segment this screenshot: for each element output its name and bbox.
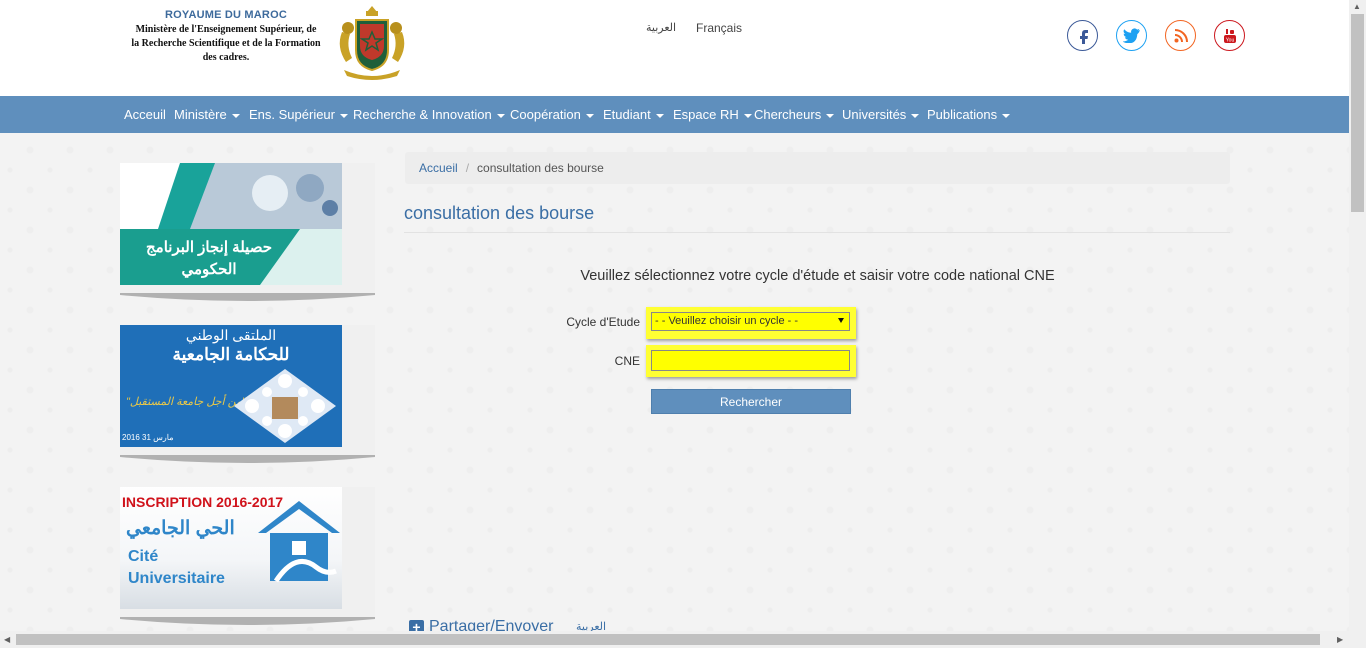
- page-title: consultation des bourse: [404, 203, 595, 223]
- caret-down-icon: [911, 113, 920, 118]
- scroll-up-icon[interactable]: ▲: [1353, 2, 1361, 11]
- main-navbar: Acceuil Ministère Ens. Supérieur Recherc…: [0, 96, 1349, 133]
- caret-down-icon: [496, 113, 505, 118]
- twitter-button[interactable]: [1116, 20, 1147, 51]
- nav-chercheurs[interactable]: Chercheurs: [754, 107, 835, 122]
- rss-icon: [1174, 28, 1188, 42]
- search-button[interactable]: Rechercher: [651, 389, 851, 414]
- nav-ministere[interactable]: Ministère: [174, 107, 240, 122]
- twitter-icon: [1122, 28, 1140, 43]
- facebook-icon: [1079, 29, 1088, 44]
- cne-input[interactable]: [651, 350, 850, 371]
- form-instructions: Veuillez sélectionnez votre cycle d'étud…: [580, 268, 1055, 284]
- lang-french-link[interactable]: Français: [696, 21, 742, 35]
- rss-button[interactable]: [1165, 20, 1196, 51]
- caret-down-icon: [231, 113, 240, 118]
- horizontal-scrollbar-thumb[interactable]: [16, 634, 1320, 645]
- banner-forum-title2: للحكامة الجامعية: [172, 345, 290, 364]
- nav-espace-rh[interactable]: Espace RH: [673, 107, 752, 122]
- nav-ens-superieur[interactable]: Ens. Supérieur: [249, 107, 348, 122]
- cycle-select[interactable]: - - Veuillez choisir un cycle - -: [651, 312, 850, 331]
- royal-emblem-icon[interactable]: [334, 2, 410, 84]
- house-icon: [258, 501, 340, 583]
- banner-cite-line2: Universitaire: [128, 570, 225, 587]
- cycle-label: Cycle d'Etude: [566, 315, 640, 329]
- ministry-name: Ministère de l'Enseignement Supérieur, d…: [131, 24, 321, 63]
- nav-publications[interactable]: Publications: [927, 107, 1011, 122]
- facebook-button[interactable]: [1067, 20, 1098, 51]
- nav-etudiant[interactable]: Etudiant: [603, 107, 664, 122]
- caret-down-icon: [743, 113, 752, 118]
- ministry-brand[interactable]: ROYAUME DU MAROC Ministère de l'Enseigne…: [122, 9, 330, 65]
- dropdown-arrow-icon: [838, 318, 844, 323]
- caret-down-icon: [655, 113, 664, 118]
- title-divider: [404, 232, 1230, 233]
- banner-forum-title1: الملتقى الوطني: [185, 327, 277, 343]
- banner-cite-line1: Cité: [128, 548, 159, 565]
- scroll-right-icon[interactable]: ▶: [1337, 635, 1343, 644]
- banner-shadow: [120, 293, 375, 301]
- banner-cite-universitaire[interactable]: INSCRIPTION 2016-2017 الحي الجامعي Cité …: [120, 487, 342, 609]
- cycle-select-value: - - Veuillez choisir un cycle - -: [655, 315, 799, 327]
- breadcrumb: Accueil / consultation des bourse: [405, 152, 1230, 184]
- site-header: ROYAUME DU MAROC Ministère de l'Enseigne…: [0, 0, 1349, 96]
- breadcrumb-current: consultation des bourse: [477, 161, 604, 175]
- banner-government-program-text: حصيلة إنجاز البرنامج الحكومي: [146, 239, 272, 278]
- vertical-scrollbar-thumb[interactable]: [1351, 14, 1364, 212]
- caret-down-icon: [340, 113, 348, 118]
- cne-label: CNE: [614, 354, 640, 368]
- lang-arabic-link[interactable]: العربية: [646, 21, 676, 34]
- scroll-left-icon[interactable]: ◀: [4, 635, 10, 644]
- youtube-button[interactable]: You: [1214, 20, 1245, 51]
- banner-forum-slogan: "من أجل جامعة المستقبل": [126, 396, 246, 408]
- caret-down-icon: [585, 113, 594, 118]
- breadcrumb-home-link[interactable]: Accueil: [419, 161, 458, 175]
- caret-down-icon: [1002, 113, 1011, 118]
- caret-down-icon: [826, 113, 835, 118]
- banner-shadow: [120, 617, 375, 625]
- svg-text:You: You: [1225, 37, 1234, 43]
- nav-universites[interactable]: Universités: [842, 107, 920, 122]
- banner-government-program[interactable]: حصيلة إنجاز البرنامج الحكومي: [120, 163, 342, 285]
- nav-cooperation[interactable]: Coopération: [510, 107, 594, 122]
- nav-acceuil[interactable]: Acceuil: [124, 107, 166, 122]
- nav-recherche-innovation[interactable]: Recherche & Innovation: [353, 107, 505, 122]
- university-logos-icon: [234, 369, 336, 443]
- youtube-icon: You: [1223, 28, 1236, 43]
- banner-cite-arabic: الحي الجامعي: [126, 518, 235, 539]
- kingdom-title: ROYAUME DU MAROC: [165, 9, 287, 21]
- banner-governance-forum[interactable]: الملتقى الوطني للحكامة الجامعية "من أجل …: [120, 325, 342, 447]
- banner-shadow: [120, 455, 375, 463]
- banner-forum-date: 2016 مارس 31: [122, 433, 174, 442]
